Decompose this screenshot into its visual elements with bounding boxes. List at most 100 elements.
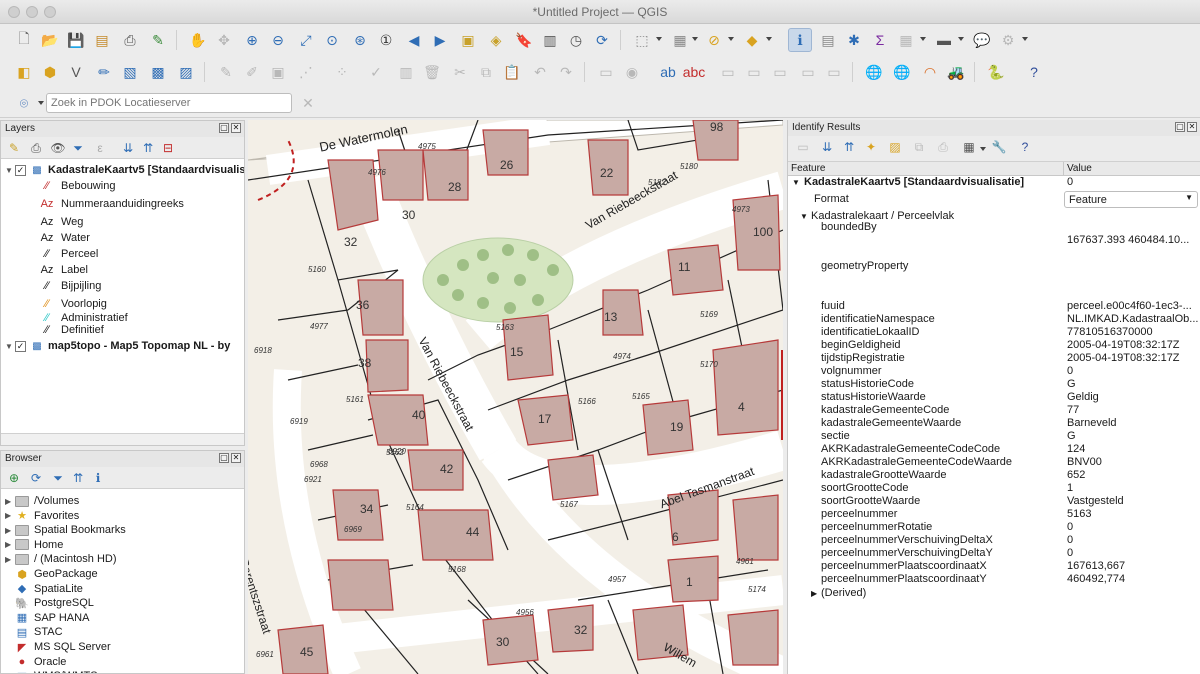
add-vector-icon[interactable]: V <box>64 60 88 84</box>
map-canvas[interactable]: De Watermolen Van Riebeeckstraat Van Riebe… <box>248 120 783 674</box>
browser-item[interactable]: ● Oracle <box>5 654 67 670</box>
add-layers-icon[interactable]: ⊕ <box>5 469 23 487</box>
col-feature-header[interactable]: Feature <box>788 162 1064 176</box>
identify-attribute-row[interactable]: perceelnummerPlaatscoordinaatY 460492,774 <box>788 573 1200 586</box>
browser-item[interactable]: ▤ STAC <box>5 624 63 640</box>
browser-item[interactable]: ▶ Spatial Bookmarks <box>5 522 126 538</box>
expand-arrow-icon[interactable]: ▶ <box>5 497 15 506</box>
browser-item[interactable]: ▶ Home <box>5 537 63 553</box>
browser-item[interactable]: ▶ ★ Favorites <box>5 508 79 524</box>
layer-checkbox[interactable]: ✓ <box>15 340 26 352</box>
col-value-header[interactable]: Value <box>1064 162 1200 176</box>
filter-browser-icon[interactable]: ⏷ <box>49 469 67 487</box>
label-settings-icon[interactable]: ab <box>656 60 680 84</box>
browser-item[interactable]: ▶▩ WMS/WMTS <box>5 668 98 673</box>
zoom-layer-icon[interactable]: ⊛ <box>348 28 372 52</box>
edit-expression-icon[interactable]: ◆ <box>740 28 764 52</box>
browser-item[interactable]: ◆ SpatiaLite <box>5 581 83 597</box>
identify-attribute-row[interactable]: 167637.393 460484.10... <box>788 234 1200 247</box>
style-panel-icon[interactable]: ✎ <box>5 139 23 157</box>
expand-arrow-icon[interactable]: ▶ <box>5 672 15 673</box>
zoom-full-icon[interactable]: ⤢ <box>294 28 318 52</box>
browser-item[interactable]: ▦ SAP HANA <box>5 610 90 626</box>
collapse-arrow-icon[interactable]: ▼ <box>800 212 808 221</box>
identify-attribute-row[interactable]: sectie G <box>788 430 1200 443</box>
open-project-icon[interactable]: 📂 <box>38 28 62 52</box>
expand-arrow-icon[interactable]: ▶ <box>5 540 15 549</box>
identify-attribute-row[interactable]: boundedBy <box>788 221 1200 234</box>
bookmark-icon[interactable]: 🔖 <box>512 28 536 52</box>
refresh-icon[interactable]: ⟳ <box>27 469 45 487</box>
measure-icon[interactable]: ▬ <box>932 28 956 52</box>
layer-map5topo[interactable]: ▼ ✓ ▩ map5topo - Map5 Topomap NL - by <box>5 338 230 354</box>
processing-toolbox-icon[interactable]: ✱ <box>842 28 866 52</box>
float-panel-button[interactable]: ▢ <box>1175 122 1185 132</box>
qgis-cloud-icon[interactable]: ◠ <box>918 60 942 84</box>
statistics-icon[interactable]: Σ <box>868 28 892 52</box>
identify-attribute-row[interactable]: statusHistorieWaarde Geldig <box>788 391 1200 404</box>
properties-icon[interactable]: ℹ <box>89 469 107 487</box>
map-tips-icon[interactable]: 💬 <box>970 28 994 52</box>
close-panel-button[interactable]: ✕ <box>1187 122 1197 132</box>
identify-attribute-row[interactable]: perceelnummerVerschuivingDeltaX 0 <box>788 534 1200 547</box>
identify-settings-icon[interactable]: 🔧 <box>990 138 1008 156</box>
identify-attribute-row[interactable]: soortGrootteWaarde Vastgesteld <box>788 495 1200 508</box>
identify-attribute-row[interactable]: geometryProperty <box>788 260 1200 273</box>
float-panel-button[interactable]: ▢ <box>219 123 229 133</box>
expand-arrow-icon[interactable]: ▶ <box>5 526 15 535</box>
save-project-icon[interactable]: 💾 <box>64 28 88 52</box>
identify-layer-row[interactable]: ▼ KadastraleKaartv5 [Standaardvisualisat… <box>788 176 1200 189</box>
zoom-next-icon[interactable]: ▶ <box>428 28 452 52</box>
identify-attribute-row[interactable]: perceelnummerPlaatscoordinaatX 167613,667 <box>788 560 1200 573</box>
expand-all-icon[interactable]: ⇊ <box>119 139 137 157</box>
close-panel-button[interactable]: ✕ <box>231 453 241 463</box>
python-console-icon[interactable]: 🐍 <box>984 60 1008 84</box>
identify-features-icon[interactable]: ℹ <box>788 28 812 52</box>
pdok-search-input[interactable] <box>46 93 292 113</box>
zoom-selection-icon[interactable]: ⊙ <box>320 28 344 52</box>
identify-help-icon[interactable]: ? <box>1016 138 1034 156</box>
collapse-tree-icon[interactable]: ⇈ <box>840 138 858 156</box>
identify-attribute-row[interactable]: soortGrootteCode 1 <box>788 482 1200 495</box>
data-source-manager-icon[interactable]: ◧ <box>12 60 36 84</box>
remove-layer-icon[interactable]: ⊟ <box>159 139 177 157</box>
label-highlight-icon[interactable]: abc <box>682 60 706 84</box>
collapse-arrow-icon[interactable]: ▼ <box>5 166 15 175</box>
save-as-icon[interactable]: ▤ <box>90 28 114 52</box>
identify-attribute-row[interactable]: volgnummer 0 <box>788 365 1200 378</box>
temporal-controller-icon[interactable]: ◷ <box>564 28 588 52</box>
new-3d-view-icon[interactable]: ◈ <box>484 28 508 52</box>
format-dropdown[interactable]: Feature ▼ <box>1064 191 1198 208</box>
identify-attribute-row[interactable]: fuuid perceel.e00c4f60-1ec3-... <box>788 300 1200 313</box>
identify-attribute-row[interactable]: perceelnummer 5163 <box>788 508 1200 521</box>
collapse-all-icon[interactable]: ⇈ <box>139 139 157 157</box>
pdok-services-icon[interactable]: 🌐 <box>890 60 914 84</box>
identify-attribute-row[interactable]: kadastraleGrootteWaarde 652 <box>788 469 1200 482</box>
layers-hscrollbar[interactable] <box>1 433 244 445</box>
manage-visibility-icon[interactable]: 👁 <box>49 139 67 157</box>
identify-attribute-row[interactable]: beginGeldigheid 2005-04-19T08:32:17Z <box>788 339 1200 352</box>
layer-checkbox[interactable]: ✓ <box>15 164 26 176</box>
identify-attribute-row[interactable]: statusHistorieCode G <box>788 378 1200 391</box>
identify-attribute-row[interactable]: AKRKadastraleGemeenteCodeCode 124 <box>788 443 1200 456</box>
float-panel-button[interactable]: ▢ <box>219 453 229 463</box>
metasearch-icon[interactable]: 🌐 <box>862 60 886 84</box>
browser-item[interactable]: ◤ MS SQL Server <box>5 639 111 655</box>
collapse-arrow-icon[interactable]: ▼ <box>792 178 800 187</box>
collapse-arrow-icon[interactable]: ▼ <box>5 342 15 351</box>
browser-item[interactable]: ▶ /Volumes <box>5 493 79 509</box>
new-map-view-icon[interactable]: ▣ <box>456 28 480 52</box>
expand-tree-icon[interactable]: ⇊ <box>818 138 836 156</box>
help-icon[interactable]: ? <box>1022 60 1046 84</box>
filter-legend-icon[interactable]: ⏷ <box>69 139 87 157</box>
identify-attribute-row[interactable]: perceelnummerRotatie 0 <box>788 521 1200 534</box>
derived-row[interactable]: ▶ (Derived) <box>788 587 1200 600</box>
deselect-icon[interactable]: ⊘ <box>702 28 726 52</box>
identify-attribute-row[interactable]: kadastraleGemeenteWaarde Barneveld <box>788 417 1200 430</box>
expand-arrow-icon[interactable]: ▶ <box>5 555 15 564</box>
new-project-icon[interactable]: 🗋 <box>12 28 36 52</box>
attribute-table-icon[interactable]: ▤ <box>816 28 840 52</box>
style-manager-icon[interactable]: ✎ <box>146 28 170 52</box>
collapse-all-icon[interactable]: ⇈ <box>69 469 87 487</box>
browser-item[interactable]: 🐘 PostgreSQL <box>5 595 94 611</box>
